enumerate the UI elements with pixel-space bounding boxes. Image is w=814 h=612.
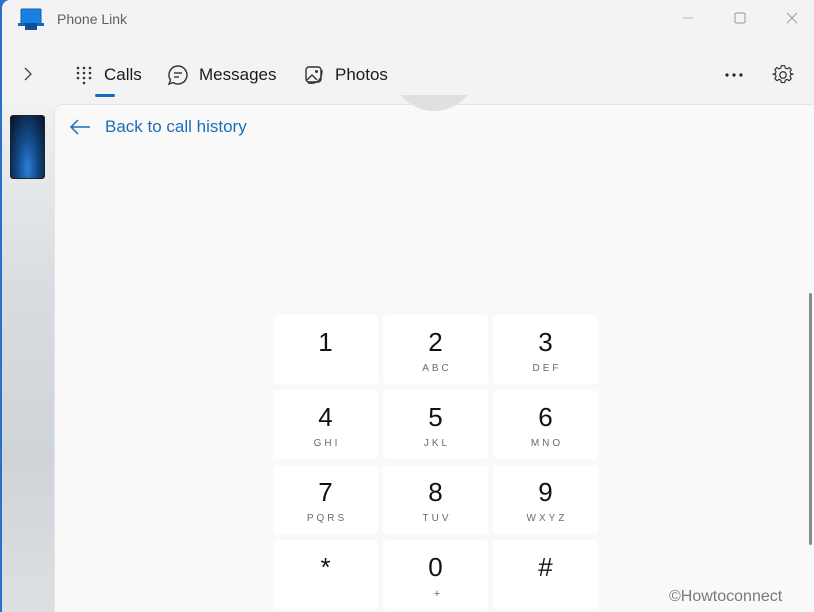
dial-keypad: 1 2 ABC 3 DEF 4 GHI 5 JKL 6 MNO 7 PQRS 8 TUV 9 W… bbox=[273, 315, 598, 609]
close-icon bbox=[786, 12, 798, 24]
chevron-right-icon bbox=[24, 67, 32, 81]
chat-bubble-icon bbox=[167, 65, 188, 86]
key-0[interactable]: 0 + bbox=[383, 540, 488, 609]
key-digit: 3 bbox=[538, 327, 553, 357]
phone-link-window: Phone Link Calls Messages Photos Back to… bbox=[2, 0, 814, 612]
expand-sidebar-button[interactable] bbox=[14, 60, 42, 88]
key-7[interactable]: 7 PQRS bbox=[273, 465, 378, 534]
key-letters: JKL bbox=[423, 438, 451, 449]
gear-icon bbox=[772, 65, 794, 84]
arrow-left-icon bbox=[69, 119, 90, 135]
key-letters: PQRS bbox=[306, 513, 348, 524]
key-digit: 1 bbox=[318, 327, 333, 357]
close-button[interactable] bbox=[772, 4, 812, 32]
title-bar: Phone Link bbox=[2, 0, 814, 38]
key-digit: 8 bbox=[428, 477, 443, 507]
key-letters: TUV bbox=[422, 513, 452, 524]
minimize-button[interactable] bbox=[668, 4, 708, 32]
dialpad-icon bbox=[76, 66, 92, 85]
key-3[interactable]: 3 DEF bbox=[493, 315, 598, 384]
tab-photos-label: Photos bbox=[335, 65, 388, 84]
key-digit: # bbox=[538, 552, 553, 582]
tab-messages[interactable]: Messages bbox=[167, 60, 276, 90]
image-icon bbox=[305, 66, 323, 84]
maximize-icon bbox=[734, 12, 746, 24]
key-letters: ABC bbox=[422, 363, 452, 374]
key-2[interactable]: 2 ABC bbox=[383, 315, 488, 384]
tab-calls-label: Calls bbox=[104, 65, 142, 84]
key-digit: 9 bbox=[538, 477, 553, 507]
key-4[interactable]: 4 GHI bbox=[273, 390, 378, 459]
maximize-button[interactable] bbox=[720, 4, 760, 32]
key-letters: DEF bbox=[532, 363, 562, 374]
key-digit: 5 bbox=[428, 402, 443, 432]
key-letters: MNO bbox=[530, 438, 564, 449]
back-link-label: Back to call history bbox=[105, 117, 247, 136]
key-hash[interactable]: # bbox=[493, 540, 598, 609]
key-6[interactable]: 6 MNO bbox=[493, 390, 598, 459]
key-letters: GHI bbox=[313, 438, 341, 449]
key-1[interactable]: 1 bbox=[273, 315, 378, 384]
selected-tab-indicator bbox=[95, 94, 115, 97]
more-options-button[interactable] bbox=[716, 60, 752, 90]
key-digit: 4 bbox=[318, 402, 333, 432]
nav-bar: Calls Messages Photos bbox=[2, 52, 814, 98]
key-5[interactable]: 5 JKL bbox=[383, 390, 488, 459]
vertical-scrollbar[interactable] bbox=[809, 293, 812, 545]
phone-link-app-icon bbox=[18, 8, 44, 30]
key-digit: 0 bbox=[428, 552, 443, 582]
tab-photos[interactable]: Photos bbox=[303, 60, 388, 90]
key-digit: * bbox=[320, 552, 331, 582]
key-9[interactable]: 9 WXYZ bbox=[493, 465, 598, 534]
minimize-icon bbox=[683, 17, 693, 19]
key-digit: 6 bbox=[538, 402, 553, 432]
connected-phone-thumbnail[interactable] bbox=[10, 115, 45, 179]
device-rail bbox=[2, 104, 54, 612]
window-title: Phone Link bbox=[57, 11, 128, 27]
key-digit: 2 bbox=[428, 327, 443, 357]
settings-button[interactable] bbox=[766, 60, 800, 90]
watermark: ©Howtoconnect bbox=[669, 588, 783, 605]
contact-avatar bbox=[391, 95, 477, 173]
tab-calls[interactable]: Calls bbox=[74, 60, 142, 90]
key-star[interactable]: * bbox=[273, 540, 378, 609]
more-horizontal-icon bbox=[725, 73, 743, 77]
key-letters: WXYZ bbox=[526, 513, 568, 524]
key-letters: + bbox=[433, 588, 441, 600]
dialer-pane: Back to call history 1 2 ABC 3 DEF 4 GHI 5 J… bbox=[54, 95, 814, 612]
back-to-call-history-link[interactable]: Back to call history bbox=[69, 117, 247, 137]
key-digit: 7 bbox=[318, 477, 333, 507]
tab-messages-label: Messages bbox=[199, 65, 277, 84]
key-8[interactable]: 8 TUV bbox=[383, 465, 488, 534]
